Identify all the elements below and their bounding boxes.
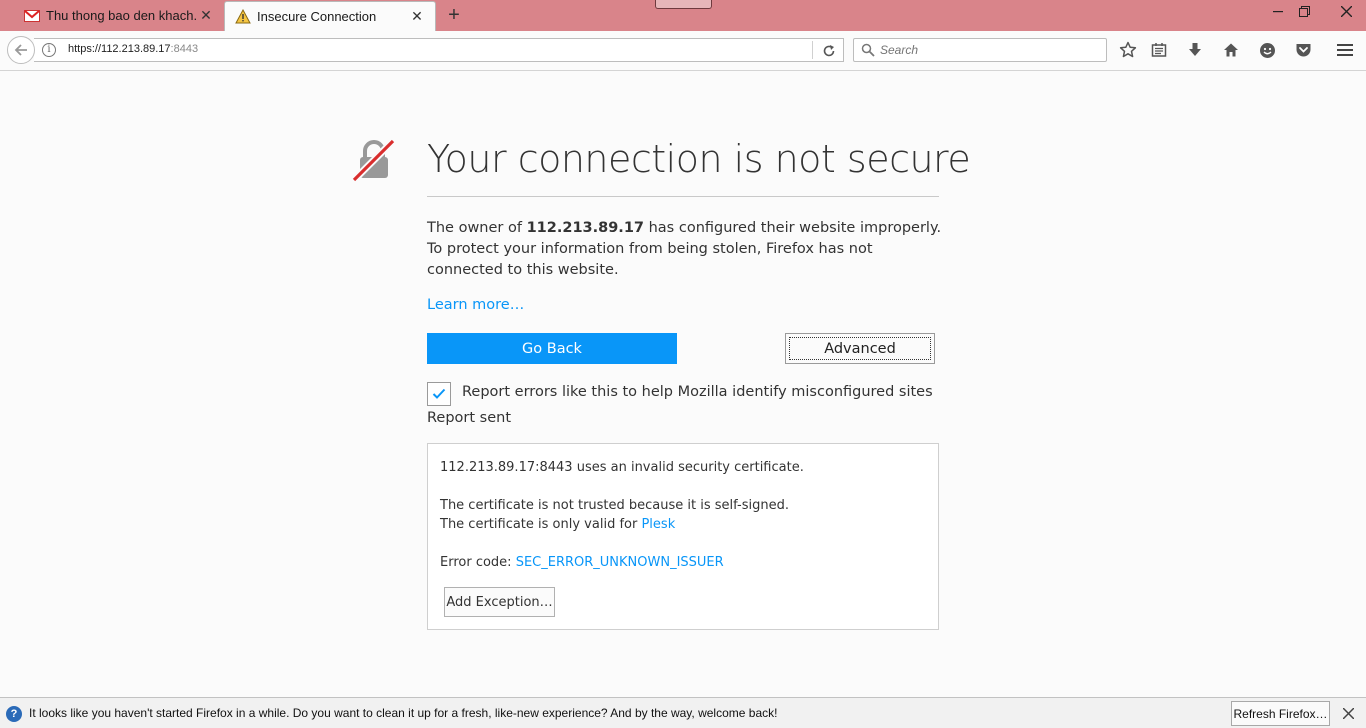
pocket-icon[interactable] bbox=[1292, 39, 1314, 61]
page-title: Your connection is not secure bbox=[427, 137, 971, 181]
close-window-icon[interactable] bbox=[1326, 0, 1366, 22]
home-icon[interactable] bbox=[1220, 39, 1242, 61]
url-separator bbox=[812, 41, 813, 59]
go-back-button[interactable]: Go Back bbox=[427, 333, 677, 364]
report-sent-status: Report sent bbox=[427, 410, 512, 426]
hello-chat-icon[interactable] bbox=[1256, 39, 1278, 61]
bookmark-star-icon[interactable] bbox=[1117, 39, 1139, 61]
advanced-details-panel: 112.213.89.17:8443 uses an invalid secur… bbox=[427, 443, 939, 630]
learn-more-link[interactable]: Learn more… bbox=[427, 297, 524, 313]
close-notification-icon[interactable] bbox=[1340, 705, 1356, 721]
back-arrow-icon bbox=[14, 44, 27, 56]
reading-list-icon[interactable] bbox=[1148, 39, 1170, 61]
tab-label: Thu thong bao den khach... bbox=[46, 8, 198, 23]
notification-bar: ? It looks like you haven't started Fire… bbox=[0, 697, 1366, 728]
valid-for-prefix: The certificate is only valid for bbox=[440, 517, 642, 532]
invalid-cert-text: 112.213.89.17:8443 uses an invalid secur… bbox=[440, 460, 804, 475]
new-tab-plus-icon[interactable]: + bbox=[444, 5, 464, 25]
report-errors-label: Report errors like this to help Mozilla … bbox=[462, 384, 933, 400]
checkmark-icon bbox=[432, 388, 446, 399]
restore-window-icon[interactable] bbox=[1291, 0, 1317, 22]
not-trusted-text: The certificate is not trusted because i… bbox=[440, 498, 789, 513]
valid-for-text: The certificate is only valid for Plesk bbox=[440, 517, 675, 532]
menu-icon[interactable] bbox=[1334, 39, 1356, 61]
tab-gmail[interactable]: Thu thong bao den khach... ✕ bbox=[14, 0, 224, 31]
intro-text: The owner of 112.213.89.17 has configure… bbox=[427, 218, 942, 281]
title-bar: Thu thong bao den khach... ✕ Insecure Co… bbox=[0, 0, 1366, 31]
advanced-button[interactable]: Advanced bbox=[785, 333, 935, 364]
intro-prefix: The owner of bbox=[427, 220, 527, 236]
close-tab-icon[interactable]: ✕ bbox=[198, 7, 214, 24]
intro-host: 112.213.89.17 bbox=[526, 220, 644, 236]
back-button[interactable] bbox=[7, 36, 35, 64]
window-drag-handle[interactable] bbox=[655, 0, 712, 9]
refresh-firefox-button[interactable]: Refresh Firefox… bbox=[1231, 701, 1330, 726]
error-code-prefix: Error code: bbox=[440, 555, 516, 570]
navigation-toolbar: i https://112.213.89.17:8443 bbox=[0, 31, 1366, 71]
minimize-icon[interactable] bbox=[1265, 0, 1291, 22]
site-info-icon[interactable]: i bbox=[42, 43, 56, 57]
broken-lock-icon bbox=[351, 138, 396, 183]
url-bar[interactable]: i https://112.213.89.17:8443 bbox=[34, 38, 844, 62]
tab-label: Insecure Connection bbox=[257, 9, 377, 24]
title-divider bbox=[427, 196, 939, 197]
search-input[interactable] bbox=[880, 40, 1100, 60]
url-text[interactable]: https://112.213.89.17:8443 bbox=[68, 43, 198, 55]
valid-for-link[interactable]: Plesk bbox=[641, 517, 675, 532]
report-errors-checkbox[interactable] bbox=[427, 382, 451, 406]
warning-icon bbox=[235, 9, 251, 25]
error-code-link[interactable]: SEC_ERROR_UNKNOWN_ISSUER bbox=[516, 555, 724, 570]
question-icon: ? bbox=[6, 706, 22, 722]
close-tab-icon[interactable]: ✕ bbox=[409, 8, 425, 25]
url-host: https://112.213.89.17 bbox=[68, 43, 171, 55]
search-icon bbox=[861, 43, 875, 57]
add-exception-button[interactable]: Add Exception… bbox=[444, 587, 555, 617]
gmail-icon bbox=[24, 8, 40, 24]
reload-icon[interactable] bbox=[820, 42, 838, 60]
search-bar[interactable] bbox=[853, 38, 1107, 62]
download-icon[interactable] bbox=[1184, 39, 1206, 61]
notification-text: It looks like you haven't started Firefo… bbox=[29, 706, 778, 720]
url-port: :8443 bbox=[170, 43, 199, 55]
focus-ring bbox=[789, 337, 931, 360]
tab-insecure-connection[interactable]: Insecure Connection ✕ bbox=[224, 1, 436, 31]
error-code-text: Error code: SEC_ERROR_UNKNOWN_ISSUER bbox=[440, 555, 724, 570]
